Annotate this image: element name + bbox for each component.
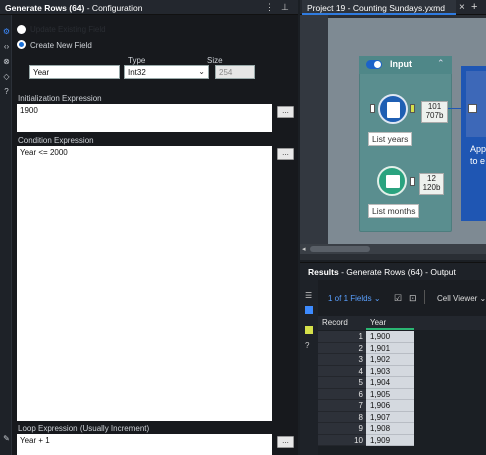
config-left-rail [0,15,12,455]
tool1-input-anchor[interactable] [370,104,375,113]
loop-expression-button[interactable]: ... [277,436,294,448]
size-input: 254 [215,65,255,79]
cancel-icon[interactable]: ⊗ [2,57,11,66]
table-row-record[interactable]: 3 [318,354,366,366]
table-row-record[interactable]: 10 [318,434,366,446]
size-label: Size [207,56,223,65]
update-existing-radio[interactable] [17,25,26,34]
new-tab-icon[interactable]: + [471,1,477,13]
append-tool-label-line2: to e [470,156,486,166]
output-anchor-icon[interactable] [305,326,313,334]
chevron-down-icon: ⌄ [479,294,486,303]
scrollbar-thumb[interactable] [310,246,370,252]
fields-selector[interactable]: 1 of 1 Fields ⌄ [328,294,381,303]
tab-title: Project 19 - Counting Sundays.yxmd [307,3,445,13]
tool2-count: 12 [427,174,436,183]
create-new-label: Create New Field [30,41,92,50]
loop-expression-label: Loop Expression (Usually Increment) [18,424,150,433]
chevron-up-icon[interactable]: ⌃ [437,58,445,69]
container-toggle[interactable] [366,60,382,69]
tool1-count: 101 [427,102,442,111]
tab-project-19[interactable]: Project 19 - Counting Sundays.yxmd [302,0,456,15]
tool1-record-badge: 101 707b [421,101,448,123]
tool1-label: List years [368,132,413,146]
tool2-size: 120b [422,183,441,192]
tag-icon[interactable]: ◇ [2,72,11,81]
column-header-year[interactable]: Year [370,318,386,327]
help-icon[interactable]: ? [305,341,309,350]
init-expression-editor[interactable]: 1900 [17,104,272,132]
more-options-icon[interactable]: ⋮ [265,2,274,13]
text-input-tool[interactable] [377,166,407,196]
gear-icon[interactable]: ⚙ [2,27,11,36]
append-tool-input-anchor[interactable] [468,104,477,113]
table-row-year[interactable]: 1,904 [366,377,414,389]
table-row-year[interactable]: 1,900 [366,331,414,343]
close-tab-icon[interactable]: × [459,2,465,13]
table-row-year[interactable]: 1,906 [366,400,414,412]
table-row-year[interactable]: 1,907 [366,411,414,423]
checkbox-icon[interactable]: ☑ [394,293,402,304]
cell-viewer-label: Cell Viewer [437,294,478,303]
help-icon[interactable]: ? [2,87,11,96]
table-row-record[interactable]: 2 [318,342,366,354]
fields-label: 1 of 1 Fields [328,294,372,303]
year-column-underline [366,328,414,330]
append-tool-label: App to e [470,143,486,167]
tool1-output-anchor[interactable] [410,104,415,113]
loop-expression-editor[interactable]: Year + 1 [17,434,272,455]
condition-expression-editor[interactable]: Year <= 2000 [17,146,272,421]
append-tool-label-line1: App [470,144,486,154]
table-view-icon[interactable] [305,306,313,314]
table-row-record[interactable]: 7 [318,400,366,412]
condition-expression-button[interactable]: ... [277,148,294,160]
table-row-year[interactable]: 1,908 [366,423,414,435]
column-header-record[interactable]: Record [322,318,348,327]
table-row-year[interactable]: 1,909 [366,434,414,446]
table-row-year[interactable]: 1,905 [366,388,414,400]
table-row-record[interactable]: 6 [318,388,366,400]
scroll-left-icon[interactable]: ◂ [302,245,306,253]
update-existing-label: Update Existing Field [30,25,106,34]
input-container-title: Input [390,59,412,69]
canvas-left-margin [300,15,328,244]
code-icon[interactable]: ‹› [2,42,11,51]
generate-rows-tool[interactable] [378,94,408,124]
list-icon[interactable]: ☰ [305,291,312,300]
table-row-record[interactable]: 4 [318,365,366,377]
results-title-rest: - Generate Rows (64) - Output [338,267,456,277]
toolbar-divider [424,290,425,304]
table-row-record[interactable]: 1 [318,331,366,343]
init-expression-label: Initialization Expression [18,94,102,103]
init-expression-button[interactable]: ... [277,106,294,118]
type-select[interactable]: Int32 ⌄ [124,65,209,79]
chevron-down-icon: ⌄ [198,67,205,76]
configuration-title: Generate Rows (64) - Configuration [5,3,143,13]
connection-line [448,108,461,109]
chevron-down-icon: ⌄ [373,294,381,303]
condition-expression-label: Condition Expression [18,136,94,145]
type-label: Type [128,56,146,65]
table-row-year[interactable]: 1,902 [366,354,414,366]
create-new-radio[interactable] [17,40,26,49]
list-years-icon [387,102,400,118]
results-title: Results - Generate Rows (64) - Output [308,267,456,277]
tool1-size: 707b [425,111,444,120]
table-row-year[interactable]: 1,903 [366,365,414,377]
table-row-record[interactable]: 8 [318,411,366,423]
results-title-bold: Results [308,267,339,277]
table-row-record[interactable]: 9 [318,423,366,435]
tool2-record-badge: 12 120b [419,173,444,195]
export-icon[interactable]: ⊡ [409,293,417,304]
table-row-record[interactable]: 5 [318,377,366,389]
tool2-output-anchor[interactable] [410,177,415,186]
field-name-input[interactable]: Year [29,65,120,79]
table-row-year[interactable]: 1,901 [366,342,414,354]
book-icon [386,175,400,188]
edit-icon[interactable]: ✎ [2,434,11,443]
cell-viewer-select[interactable]: Cell Viewer ⌄ [437,294,486,303]
tool2-label: List months [368,204,420,218]
type-value: Int32 [128,68,146,77]
pin-icon[interactable]: ⊥ [281,2,289,13]
